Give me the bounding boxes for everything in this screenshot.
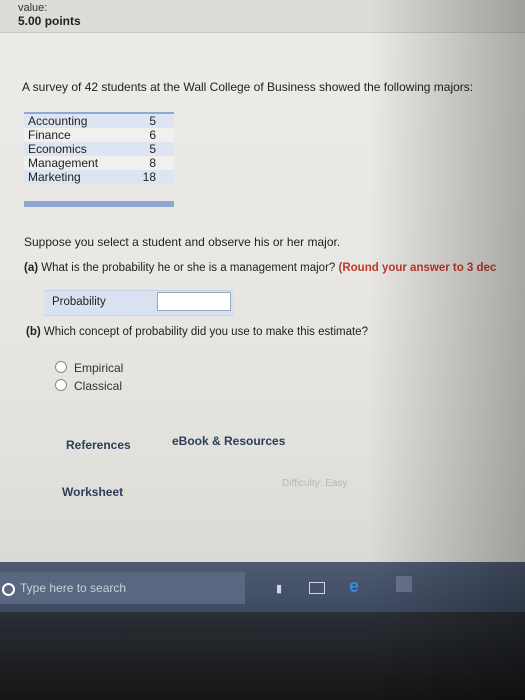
value-label: value:: [18, 2, 48, 14]
major-count: 5: [149, 114, 156, 128]
worksheet-link[interactable]: Worksheet: [62, 485, 123, 499]
option-label: Classical: [74, 379, 123, 393]
question-suppose: Suppose you select a student and observe…: [24, 235, 341, 249]
major-name: Economics: [28, 142, 87, 156]
table-row: Management 8: [24, 156, 174, 170]
points-header: value: 5.00 points: [0, 0, 525, 33]
part-b-text: Which concept of probability did you use…: [43, 326, 368, 338]
major-name: Accounting: [28, 114, 88, 128]
points-value: 5.00 points: [18, 14, 81, 28]
major-name: Finance: [28, 128, 71, 142]
major-count: 6: [149, 128, 156, 142]
part-a-label: (a): [24, 262, 39, 274]
taskbar-search-placeholder: Type here to search: [20, 581, 127, 595]
store-icon[interactable]: [396, 576, 412, 592]
part-b-label: (b): [26, 326, 41, 338]
major-count: 5: [149, 142, 156, 156]
major-count: 8: [149, 156, 156, 170]
option-label: Empirical: [74, 361, 124, 375]
ebook-resources-link[interactable]: eBook & Resources: [172, 434, 285, 448]
table-row: Economics 5: [24, 142, 174, 156]
table-bottom-rule: [24, 201, 174, 207]
search-icon: [2, 583, 15, 596]
part-a-text: What is the probability he or she is a m…: [41, 262, 336, 274]
edge-browser-icon[interactable]: e: [349, 576, 359, 597]
question-intro: A survey of 42 students at the Wall Coll…: [22, 80, 474, 94]
majors-table: Accounting 5 Finance 6 Economics 5 Manag…: [24, 114, 174, 184]
major-name: Marketing: [28, 170, 81, 184]
major-count: 18: [142, 170, 156, 184]
option-classical[interactable]: Classical: [55, 379, 122, 393]
quiz-page: value: 5.00 points A survey of 42 studen…: [0, 0, 525, 640]
probability-label: Probability: [52, 296, 106, 308]
radio-classical[interactable]: [55, 379, 67, 391]
taskbar-search-box[interactable]: Type here to search: [0, 572, 245, 604]
table-row: Accounting 5: [24, 114, 174, 128]
part-a-question: (a) What is the probability he or she is…: [24, 262, 524, 274]
references-link[interactable]: References: [66, 438, 131, 452]
probability-row: Probability: [44, 290, 234, 316]
task-view-icon[interactable]: [309, 582, 325, 594]
windows-taskbar: Type here to search ▮ e: [0, 562, 525, 612]
major-name: Management: [28, 156, 99, 170]
microphone-icon[interactable]: ▮: [276, 582, 282, 595]
part-b-question: (b) Which concept of probability did you…: [26, 326, 368, 338]
table-row: Marketing 18: [24, 170, 174, 184]
round-instruction: (Round your answer to 3 dec: [338, 262, 497, 274]
radio-empirical[interactable]: [55, 361, 67, 373]
table-row: Finance 6: [24, 128, 174, 142]
probability-input[interactable]: [157, 292, 231, 311]
monitor-bezel: [0, 612, 525, 700]
difficulty-label: Difficulty: Easy: [282, 478, 348, 489]
option-empirical[interactable]: Empirical: [55, 361, 123, 375]
